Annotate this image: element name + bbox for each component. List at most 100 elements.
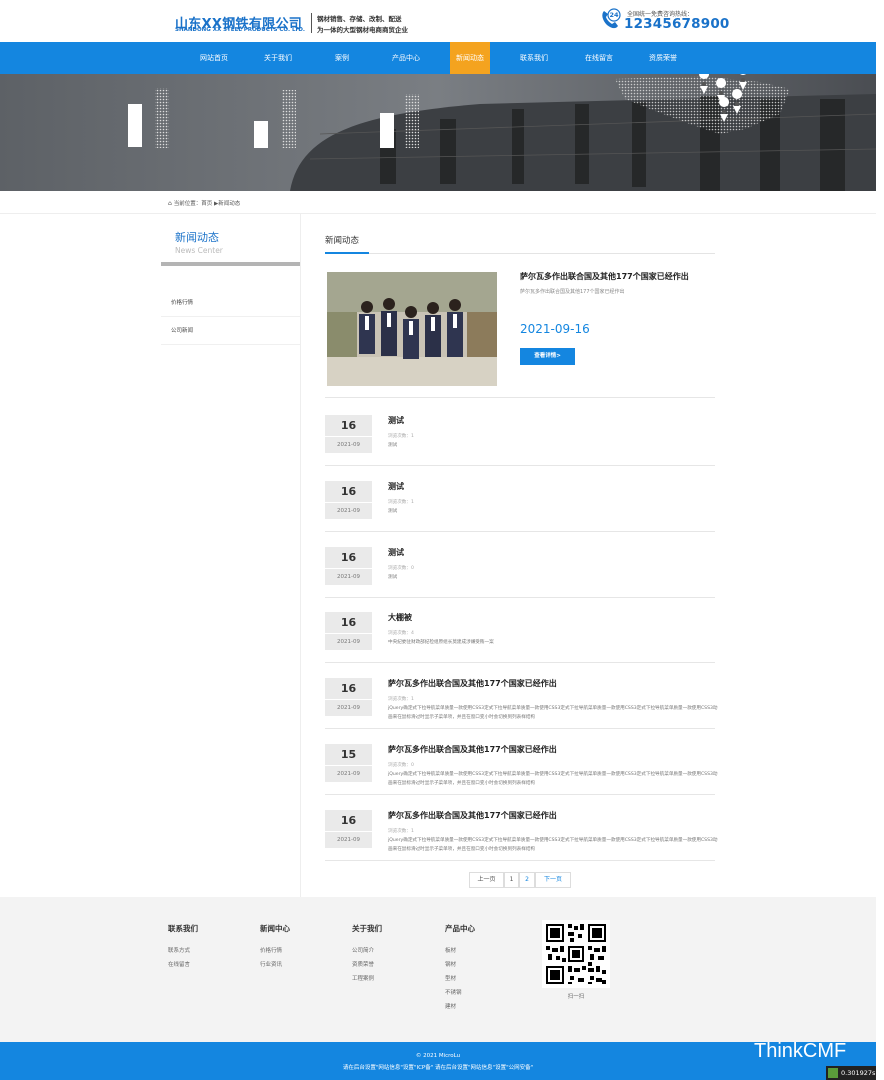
- breadcrumb-current[interactable]: 新闻动态: [218, 201, 240, 207]
- breadcrumb-divider: [0, 213, 876, 214]
- news-views: 浏览次数：4: [388, 631, 414, 636]
- timer-icon: [828, 1068, 838, 1078]
- news-day: 16: [325, 810, 372, 831]
- view-details-button[interactable]: 查看详情>: [520, 348, 575, 365]
- page-2-button[interactable]: 2: [519, 872, 535, 888]
- footer-link[interactable]: 建材: [445, 1002, 456, 1010]
- news-item[interactable]: 16 2021-09 测试 浏览次数：1 测试: [325, 466, 715, 532]
- footer-heading-contact[interactable]: 联系我们: [168, 923, 198, 934]
- footer-link[interactable]: 行业资讯: [260, 960, 282, 968]
- featured-summary: 萨尔瓦多作出联合国及其他177个国家已经作出: [520, 289, 625, 295]
- footer-heading-about[interactable]: 关于我们: [352, 923, 382, 934]
- news-item[interactable]: 16 2021-09 测试 浏览次数：0 测试: [325, 532, 715, 598]
- news-views: 浏览次数：1: [388, 434, 414, 439]
- featured-date: 2021-09-16: [520, 322, 590, 336]
- qr-label: 扫一扫: [567, 994, 585, 1000]
- nav-item-news[interactable]: 新闻动态: [450, 42, 490, 74]
- news-title[interactable]: 萨尔瓦多作出联合国及其他177个国家已经作出: [388, 678, 557, 689]
- news-desc: 中央纪委驻财政部纪检组原组长莫建成涉嫌受贿一案: [388, 640, 494, 645]
- news-title[interactable]: 测试: [388, 547, 404, 558]
- news-item[interactable]: 16 2021-09 大棚被 浏览次数：4 中央纪委驻财政部纪检组原组长莫建成涉…: [325, 597, 715, 663]
- slogan-line1: 钢材销售、存储、改制、配送: [317, 15, 402, 23]
- news-day: 15: [325, 744, 372, 765]
- main-title: 新闻动态: [325, 236, 360, 246]
- breadcrumb: ⌂ 当前位置：首页 ▶新闻动态: [168, 199, 240, 207]
- news-year-month: 2021-09: [325, 832, 372, 848]
- news-day: 16: [325, 481, 372, 502]
- news-year-month: 2021-09: [325, 700, 372, 716]
- footer-link[interactable]: 工程案例: [352, 974, 374, 982]
- next-page-button[interactable]: 下一页: [535, 872, 571, 888]
- news-item[interactable]: 16 2021-09 萨尔瓦多作出联合国及其他177个国家已经作出 浏览次数：1…: [325, 795, 718, 861]
- sidebar-item-price[interactable]: 价格行情: [161, 289, 300, 317]
- news-item[interactable]: 16 2021-09 测试 浏览次数：1 测试: [325, 400, 715, 466]
- sidebar-item-company-news[interactable]: 公司新闻: [161, 317, 300, 345]
- footer-link[interactable]: 钢材: [445, 960, 456, 968]
- featured-title[interactable]: 萨尔瓦多作出联合国及其他177个国家已经作出: [520, 271, 689, 282]
- page-1-button[interactable]: 1: [504, 872, 519, 888]
- footer-link[interactable]: 型材: [445, 974, 456, 982]
- news-day: 16: [325, 415, 372, 436]
- news-day: 16: [325, 547, 372, 568]
- footer-link[interactable]: 联系方式: [168, 946, 190, 954]
- news-views: 浏览次数：1: [388, 829, 414, 834]
- prev-page-button[interactable]: 上一页: [469, 872, 504, 888]
- news-title[interactable]: 萨尔瓦多作出联合国及其他177个国家已经作出: [388, 744, 557, 755]
- footer-link[interactable]: 不锈钢: [445, 988, 462, 996]
- banner-image: [0, 74, 876, 191]
- footer-heading-products[interactable]: 产品中心: [445, 923, 475, 934]
- sidebar-divider: [300, 214, 301, 897]
- breadcrumb-home[interactable]: 首页: [201, 201, 212, 207]
- news-desc: 测试: [388, 509, 398, 514]
- sidebar-title-bar: [161, 262, 300, 266]
- news-views: 浏览次数：0: [388, 763, 414, 768]
- footer-heading-news[interactable]: 新闻中心: [260, 923, 290, 934]
- nav-item-message[interactable]: 在线留言: [573, 42, 625, 74]
- news-views: 浏览次数：1: [388, 500, 414, 505]
- copyright-text: © 2021 MicroLu: [415, 1053, 461, 1059]
- qr-code: [542, 920, 610, 988]
- nav-item-about[interactable]: 关于我们: [252, 42, 304, 74]
- main-nav: 网站首页 关于我们 案例 产品中心 新闻动态 联系我们 在线留言 资质荣誉: [0, 42, 876, 74]
- news-year-month: 2021-09: [325, 766, 372, 782]
- news-desc: jQuery确定式下拉导航菜单质量一款使用CSS3定式下拉导航菜单质量一款使用C…: [388, 772, 718, 786]
- news-title[interactable]: 大棚被: [388, 612, 412, 623]
- phone-badge: 24: [609, 11, 619, 19]
- news-year-month: 2021-09: [325, 437, 372, 453]
- hotline-number[interactable]: 12345678900: [624, 16, 730, 32]
- news-year-month: 2021-09: [325, 569, 372, 585]
- news-day: 16: [325, 612, 372, 633]
- featured-divider: [325, 397, 715, 398]
- news-desc: 测试: [388, 575, 398, 580]
- copyright-bar: [0, 1042, 876, 1080]
- nav-item-cases[interactable]: 案例: [318, 42, 366, 74]
- news-day: 16: [325, 678, 372, 699]
- main-title-accent: [325, 252, 369, 254]
- breadcrumb-prefix: 当前位置：: [173, 201, 202, 207]
- right-margin: [876, 0, 884, 1080]
- nav-item-products[interactable]: 产品中心: [380, 42, 432, 74]
- footer-link[interactable]: 在线留言: [168, 960, 190, 968]
- footer-link[interactable]: 价格行情: [260, 946, 282, 954]
- company-name-en: SHANDONG XX STEEL PRODUCTS CO. LTD.: [175, 27, 305, 33]
- featured-photo[interactable]: [327, 272, 497, 386]
- news-title[interactable]: 测试: [388, 415, 404, 426]
- footer-link[interactable]: 板材: [445, 946, 456, 954]
- news-title[interactable]: 萨尔瓦多作出联合国及其他177个国家已经作出: [388, 810, 557, 821]
- nav-item-honors[interactable]: 资质荣誉: [637, 42, 689, 74]
- news-item[interactable]: 15 2021-09 萨尔瓦多作出联合国及其他177个国家已经作出 浏览次数：0…: [325, 729, 718, 795]
- news-title[interactable]: 测试: [388, 481, 404, 492]
- icp-text: 请在后台设置"网站信息"设置"ICP备" 请在后台设置"网站信息"设置"公网安备…: [342, 1065, 534, 1071]
- thinkcmf-logo: ThinkCMF: [754, 1040, 847, 1062]
- news-views: 浏览次数：1: [388, 697, 414, 702]
- footer-link[interactable]: 公司简介: [352, 946, 374, 954]
- news-desc: jQuery确定式下拉导航菜单质量一款使用CSS3定式下拉导航菜单质量一款使用C…: [388, 706, 718, 720]
- news-views: 浏览次数：0: [388, 566, 414, 571]
- phone-24h-icon: 24: [599, 8, 621, 30]
- footer-link[interactable]: 资质荣誉: [352, 960, 374, 968]
- news-item[interactable]: 16 2021-09 萨尔瓦多作出联合国及其他177个国家已经作出 浏览次数：1…: [325, 663, 718, 729]
- main-title-line: [325, 253, 715, 254]
- news-year-month: 2021-09: [325, 503, 372, 519]
- nav-item-contact[interactable]: 联系我们: [508, 42, 560, 74]
- nav-item-home[interactable]: 网站首页: [188, 42, 240, 74]
